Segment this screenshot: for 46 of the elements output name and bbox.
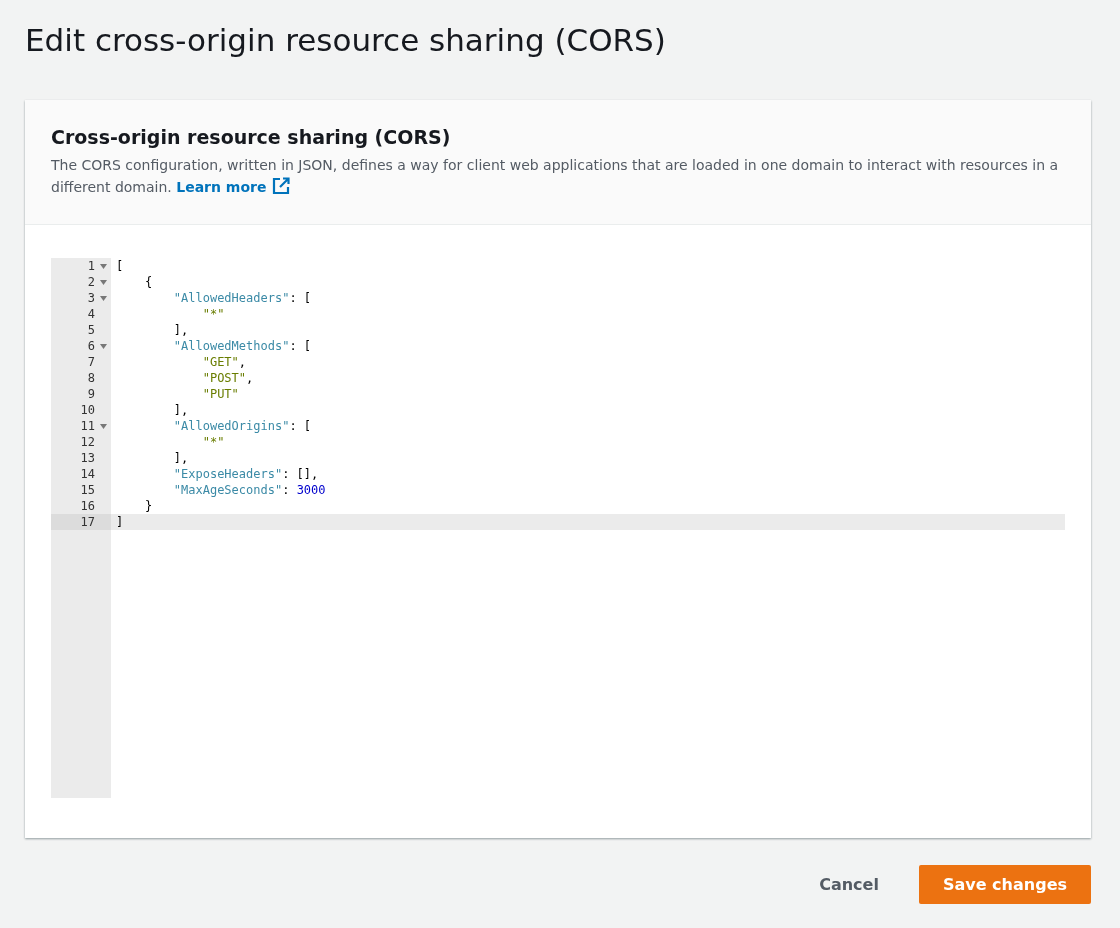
code-line: "POST", (201, 370, 254, 386)
code-line: } (143, 498, 153, 514)
panel-title: Cross-origin resource sharing (CORS) (51, 126, 452, 148)
line-number: 2 (87, 274, 95, 290)
line-number: 9 (87, 386, 95, 402)
line-number: 17 (80, 514, 95, 530)
code-line: ], (172, 402, 189, 418)
code-line: { (143, 274, 153, 290)
code-line: ] (115, 514, 124, 530)
code-line: [ (115, 258, 124, 274)
line-number: 7 (87, 354, 95, 370)
code-line: "*" (201, 306, 225, 322)
page-title: Edit cross-origin resource sharing (CORS) (25, 21, 667, 60)
code-line: "ExposeHeaders": [], (172, 466, 319, 482)
code-line: "AllowedHeaders": [ (172, 290, 312, 306)
external-link-icon (272, 177, 291, 195)
line-number: 3 (87, 290, 95, 306)
line-number: 4 (87, 306, 95, 322)
line-number: 16 (80, 498, 95, 514)
fold-caret-icon[interactable] (99, 263, 107, 269)
line-number: 6 (87, 338, 95, 354)
code-line: "*" (201, 434, 225, 450)
fold-caret-icon[interactable] (99, 295, 107, 301)
line-number: 12 (80, 434, 95, 450)
line-number: 13 (80, 450, 95, 466)
fold-caret-icon[interactable] (99, 279, 107, 285)
cancel-button[interactable]: Cancel (805, 867, 893, 902)
line-number: 15 (80, 482, 95, 498)
code-line: "PUT" (201, 386, 239, 402)
code-line: "AllowedOrigins": [ (172, 418, 312, 434)
line-number: 10 (80, 402, 95, 418)
line-number: 11 (80, 418, 95, 434)
code-line: "MaxAgeSeconds": 3000 (172, 482, 326, 498)
code-line: "GET", (201, 354, 247, 370)
code-line: ], (172, 450, 189, 466)
line-number: 8 (87, 370, 95, 386)
panel-description: The CORS configuration, written in JSON, defines a way for client web applications that are loaded in one domain to interact with resources in a different domain. Learn more (51, 156, 1060, 197)
code-editor[interactable]: 1 [ 2 { 3 "AllowedHeaders": [ 4 "*" 5 ], 6 "AllowedMethods": [ 7 "GET", 8 "POST", 9 "PUT" 10 ], 11 "AllowedOrigins": [ 12 "*" 13 ], 14 "ExposeHeaders": [], 15 "MaxAgeSeconds": 3000 16 } 17 ] (51, 258, 1065, 798)
line-number: 5 (87, 322, 95, 338)
line-number: 1 (87, 258, 95, 274)
code-line: "AllowedMethods": [ (172, 338, 312, 354)
fold-caret-icon[interactable] (99, 423, 107, 429)
line-number: 14 (80, 466, 95, 482)
fold-caret-icon[interactable] (99, 343, 107, 349)
learn-more-link[interactable]: Learn more (176, 179, 291, 195)
code-line: ], (172, 322, 189, 338)
